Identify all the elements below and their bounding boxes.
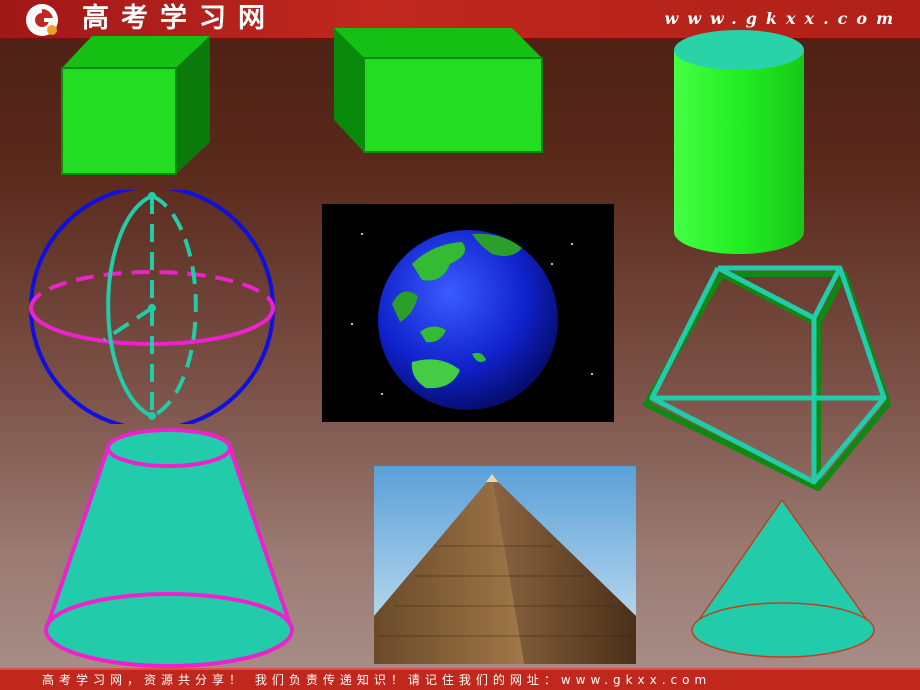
truncated-cone-shape [44, 428, 294, 668]
cylinder-shape [674, 30, 804, 254]
frustum-wireframe-shape [643, 265, 891, 491]
sphere-shape [29, 190, 275, 424]
pyramid-photo [374, 466, 636, 664]
footer-slogan: 高考学习网，资源共分享！ 我们负责传递知识！请记住我们的网址：www.gkxx.… [42, 673, 712, 687]
site-name: 高考学习网 [82, 3, 277, 34]
cone-shape [691, 499, 875, 658]
earth-photo [322, 204, 614, 422]
logo-icon [26, 4, 58, 36]
prism-shape [334, 28, 543, 153]
footer-bar: 高考学习网，资源共分享！ 我们负责传递知识！请记住我们的网址：www.gkxx.… [0, 668, 920, 690]
cube-shape [61, 36, 210, 175]
